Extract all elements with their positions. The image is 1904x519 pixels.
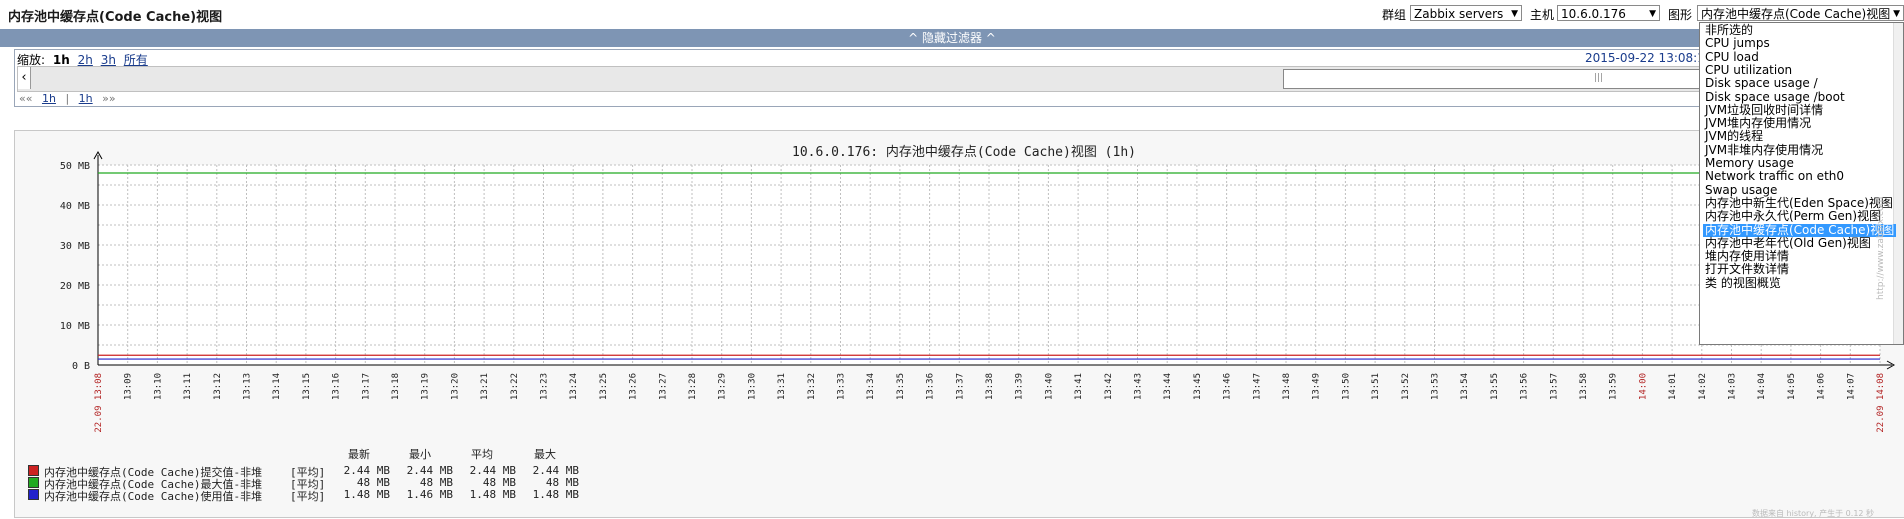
x-tick-label: 14:03 <box>1728 373 1738 400</box>
dropdown-option[interactable]: Memory usage <box>1703 157 1796 170</box>
x-tick-label: 13:43 <box>1134 373 1144 400</box>
x-tick-label: 14:06 <box>1817 373 1827 400</box>
dropdown-option[interactable]: JVM非堆内存使用情况 <box>1703 143 1825 157</box>
x-tick-label: 13:27 <box>658 373 668 400</box>
x-tick-label: 13:35 <box>896 373 906 400</box>
x-tick-label: 13:14 <box>272 373 282 400</box>
x-tick-label: 13:20 <box>450 373 460 400</box>
x-tick-label: 13:16 <box>332 373 342 400</box>
dropdown-option[interactable]: 内存池中新生代(Eden Space)视图 <box>1703 196 1895 210</box>
x-tick-label: 13:54 <box>1460 373 1470 400</box>
legend-max: 1.48 MB <box>532 488 579 501</box>
x-tick-label: 13:26 <box>629 373 639 400</box>
x-tick-label: 13:53 <box>1431 373 1441 400</box>
legend-header-last: 最新 <box>348 448 370 461</box>
x-tick-label: 13:40 <box>1044 373 1054 400</box>
y-tick-label: 40 MB <box>60 201 90 212</box>
x-tick-label: 14:02 <box>1698 373 1708 400</box>
legend-swatch <box>28 465 39 476</box>
x-tick-label: 13:12 <box>213 373 223 400</box>
dropdown-option[interactable]: JVM垃圾回收时间详情 <box>1703 103 1825 117</box>
x-tick-label: 13:48 <box>1282 373 1292 400</box>
watermark: http://www.zabbix.com <box>1876 196 1886 300</box>
x-tick-label: 13:29 <box>718 373 728 400</box>
x-tick-label: 14:01 <box>1668 373 1678 400</box>
legend-swatch <box>28 489 39 500</box>
x-tick-label: 13:59 <box>1609 373 1619 400</box>
x-tick-label: 13:38 <box>985 373 995 400</box>
dropdown-option[interactable]: 类 的视图概览 <box>1703 276 1783 290</box>
x-tick-label: 13:24 <box>569 373 579 400</box>
dropdown-option[interactable]: 内存池中老年代(Old Gen)视图 <box>1703 236 1873 250</box>
x-tick-label: 13:32 <box>807 373 817 400</box>
x-tick-label: 14:00 <box>1638 373 1648 400</box>
x-tick-label: 13:51 <box>1371 373 1381 400</box>
x-tick-label: 13:45 <box>1193 373 1203 400</box>
dropdown-option[interactable]: Disk space usage /boot <box>1703 90 1847 104</box>
x-start-label: 22.09 13:08 <box>94 373 104 433</box>
x-tick-label: 13:55 <box>1490 373 1500 400</box>
dropdown-option[interactable]: 内存池中永久代(Perm Gen)视图 <box>1703 210 1883 223</box>
legend-header-min: 最小 <box>409 448 431 461</box>
x-tick-label: 13:44 <box>1163 373 1173 400</box>
x-tick-label: 14:07 <box>1846 373 1856 400</box>
x-tick-label: 14:05 <box>1787 373 1797 400</box>
x-tick-label: 13:13 <box>243 373 253 400</box>
x-tick-label: 13:37 <box>955 373 965 400</box>
x-tick-label: 13:18 <box>391 373 401 400</box>
dropdown-scrollbar[interactable] <box>1893 23 1903 344</box>
dropdown-option[interactable]: CPU load <box>1703 50 1761 64</box>
dropdown-option[interactable]: Disk space usage / <box>1703 77 1820 90</box>
x-tick-label: 13:10 <box>153 373 163 400</box>
x-tick-label: 13:58 <box>1579 373 1589 400</box>
x-tick-label: 13:42 <box>1104 373 1114 400</box>
y-tick-label: 10 MB <box>60 321 90 332</box>
dropdown-option[interactable]: 内存池中缓存点(Code Cache)视图 <box>1703 223 1897 237</box>
dropdown-option[interactable]: CPU utilization <box>1703 63 1794 77</box>
x-tick-label: 13:49 <box>1312 373 1322 400</box>
x-tick-label: 14:04 <box>1757 373 1767 400</box>
x-tick-label: 13:30 <box>747 373 757 400</box>
x-tick-label: 13:33 <box>837 373 847 400</box>
x-tick-label: 13:39 <box>1015 373 1025 400</box>
graph-dropdown-list[interactable]: 非所选的 CPU jumps CPU load CPU utilization Disk… <box>1699 22 1904 345</box>
x-tick-label: 13:11 <box>183 373 193 400</box>
legend-header-max: 最大 <box>534 448 556 461</box>
x-tick-label: 13:28 <box>688 373 698 400</box>
legend-swatch <box>28 477 39 488</box>
x-tick-label: 13:36 <box>926 373 936 400</box>
footer-note: 数据来自 history, 产生于 0.12 秒 <box>1752 509 1875 518</box>
dropdown-option[interactable]: 非所选的 <box>1703 24 1755 37</box>
y-tick-label: 0 B <box>72 361 90 372</box>
x-end-label: 22.09 14:08 <box>1876 373 1886 433</box>
x-tick-label: 13:31 <box>777 373 787 400</box>
y-tick-label: 20 MB <box>60 281 90 292</box>
x-tick-label: 13:57 <box>1549 373 1559 400</box>
x-tick-label: 13:41 <box>1074 373 1084 400</box>
dropdown-option[interactable]: CPU jumps <box>1703 37 1772 50</box>
x-tick-label: 13:52 <box>1401 373 1411 400</box>
dropdown-option[interactable]: Swap usage <box>1703 183 1779 197</box>
legend-header-avg: 平均 <box>471 448 493 461</box>
x-tick-label: 13:34 <box>866 373 876 400</box>
x-tick-label: 13:50 <box>1341 373 1351 400</box>
x-tick-label: 13:17 <box>361 373 371 400</box>
line-chart: 50 MB 40 MB 30 MB 20 MB 10 MB 0 B 13:09 13:10 13… <box>60 150 1896 433</box>
y-tick-label: 30 MB <box>60 241 90 252</box>
y-tick-label: 50 MB <box>60 161 90 172</box>
dropdown-option[interactable]: 打开文件数详情 <box>1703 263 1791 276</box>
x-tick-label: 13:19 <box>421 373 431 400</box>
x-tick-label: 13:23 <box>540 373 550 400</box>
x-tick-label: 13:09 <box>124 373 134 400</box>
x-tick-label: 13:15 <box>302 373 312 400</box>
x-tick-label: 13:56 <box>1520 373 1530 400</box>
x-tick-label: 13:46 <box>1223 373 1233 400</box>
x-tick-label: 13:47 <box>1252 373 1262 400</box>
x-tick-label: 13:22 <box>510 373 520 400</box>
legend-series-name: 内存池中缓存点(Code Cache)使用值-非堆 <box>44 490 263 503</box>
x-tick-label: 13:21 <box>480 373 490 400</box>
x-tick-label: 13:25 <box>599 373 609 400</box>
dropdown-option[interactable]: JVM的线程 <box>1703 130 1765 143</box>
dropdown-option[interactable]: Network traffic on eth0 <box>1703 170 1846 183</box>
